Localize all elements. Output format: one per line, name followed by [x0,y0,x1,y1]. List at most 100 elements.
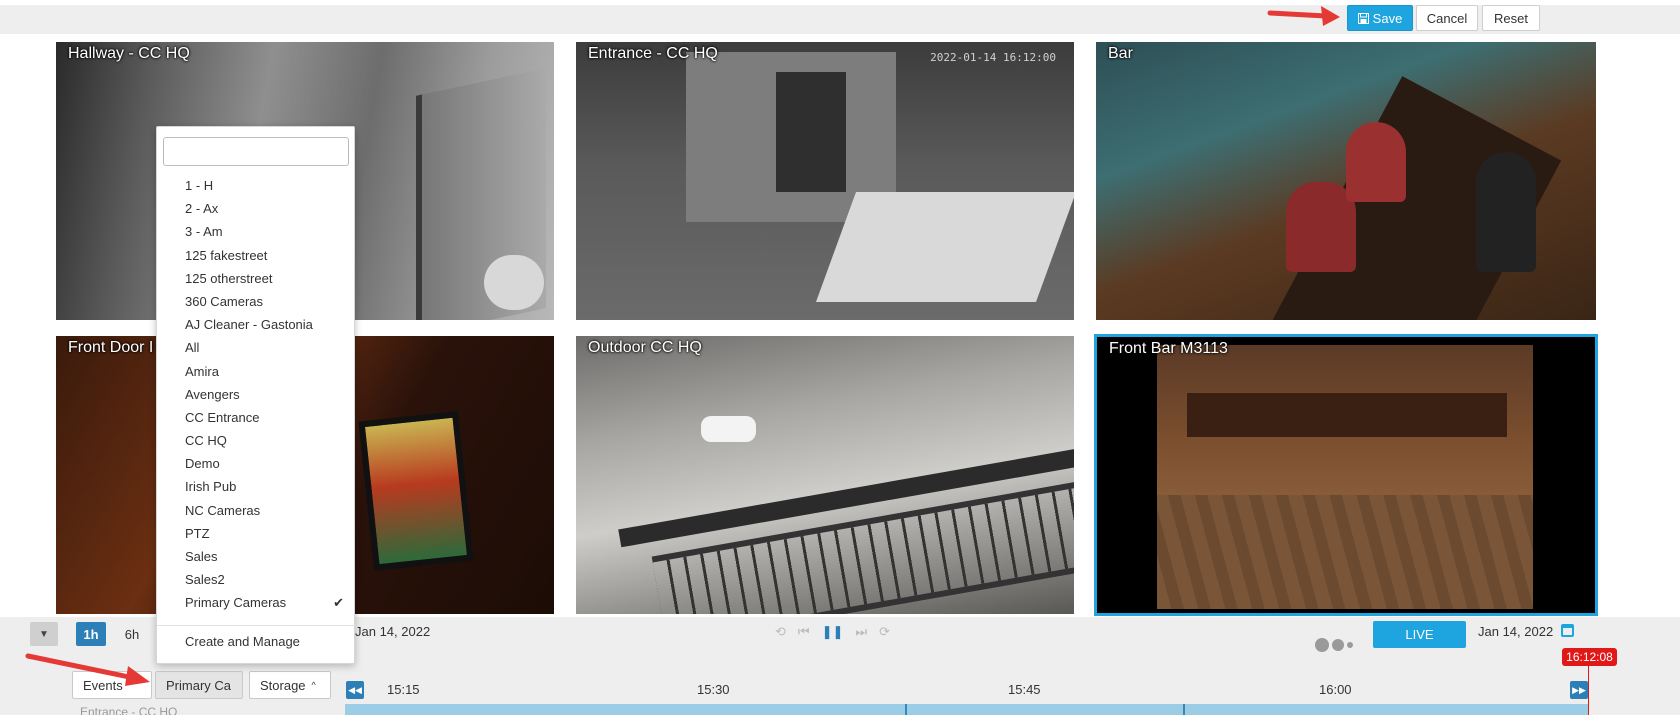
recording-marker [1183,704,1185,715]
timeline-row-label: Entrance - CC HQ [80,705,178,715]
group-option[interactable]: 1 - H [157,174,356,197]
save-label: Save [1372,10,1403,26]
small-dot-icon[interactable] [1347,642,1353,648]
camera-name: Front Door I [68,339,154,356]
camera-name: Outdoor CC HQ [588,339,702,356]
reset-button[interactable]: Reset [1482,5,1540,31]
group-option[interactable]: CC HQ [157,429,356,452]
cancel-button[interactable]: Cancel [1416,5,1478,31]
timeline-track[interactable] [345,704,1588,715]
group-option-label: Irish Pub [185,479,237,495]
range-6h-button[interactable]: 6h [118,622,146,646]
group-option-label: 3 - Am [185,224,223,240]
camera-name: Entrance - CC HQ [588,45,718,62]
group-option-label: CC HQ [185,433,227,449]
storage-label: Storage [260,677,306,693]
camera-feed [576,42,1074,320]
playback-controls: ⟲ ⏮ ❚❚ ⏭ ⟳ [775,624,890,640]
group-option[interactable]: 125 fakestreet [157,244,356,267]
group-option-label: CC Entrance [185,409,260,425]
group-list: 1 - H 2 - Ax 3 - Am 125 fakestreet 125 other… [157,174,356,615]
create-and-manage-link[interactable]: Create and Manage [185,634,300,649]
group-option-label: 360 Cameras [185,293,264,309]
group-option[interactable]: Avengers [157,383,356,406]
double-chevron-right-icon: ▶▶ [1572,684,1586,695]
camera-name: Front Bar M3113 [1109,340,1228,357]
group-option-label: PTZ [185,525,210,541]
group-option-label: Sales [185,549,218,564]
group-option-label: 125 otherstreet [185,270,273,286]
time-tick: 15:30 [697,682,730,697]
group-option[interactable]: Demo [157,452,356,475]
chevron-down-icon: ▼ [39,628,49,640]
skip-forward-icon[interactable]: ⏭ [855,624,867,640]
group-option-label: AJ Cleaner - Gastonia [185,317,313,333]
large-dot-icon[interactable] [1315,638,1329,652]
dropdown-divider [157,625,356,626]
skip-back-icon[interactable]: ⏮ [798,624,810,640]
double-chevron-left-icon: ◀◀ [348,684,362,695]
group-option[interactable]: 3 - Am [157,220,356,243]
camera-timestamp: 2022-01-14 16:12:00 [930,51,1056,64]
primary-cameras-tab[interactable]: Primary Ca [155,671,243,699]
group-option-label: All [185,340,200,356]
collapse-toggle[interactable]: ▼ [30,622,58,646]
camera-tile[interactable]: Bar [1094,40,1598,322]
group-option-label: 1 - H [185,178,214,193]
group-option[interactable]: Primary Cameras ✔ [157,591,356,614]
timeline-start-date: Jan 14, 2022 [355,624,431,639]
group-search-input[interactable] [163,137,349,166]
group-option-label: Sales2 [185,572,225,588]
group-option[interactable]: 360 Cameras [157,290,356,313]
chevron-up-icon: ^ [311,680,316,690]
time-tick: 15:45 [1008,682,1041,697]
current-time-marker [1588,666,1589,715]
camera-tile-selected[interactable]: Front Bar M3113 [1094,334,1598,616]
camera-feed [1097,337,1595,613]
camera-layout-editor: Save Cancel Reset Hallway - CC HQ Entran… [0,0,1680,715]
group-option-label: 125 fakestreet [185,247,268,263]
time-tick: 15:15 [387,682,420,697]
group-option-label: 2 - Ax [185,201,219,217]
group-option[interactable]: 125 otherstreet [157,267,356,290]
group-option-label: Demo [185,456,220,472]
group-option[interactable]: All [157,336,356,359]
camera-tile[interactable]: Outdoor CC HQ [574,334,1076,616]
group-option-label: Avengers [185,386,240,402]
range-1h-button[interactable]: 1h [76,622,106,646]
group-option[interactable]: NC Cameras [157,499,356,522]
pause-icon[interactable]: ❚❚ [822,624,844,640]
group-option[interactable]: 2 - Ax [157,197,356,220]
timeline-current-date: Jan 14, 2022 [1478,624,1554,639]
annotation-arrow [25,653,150,686]
checkmark-icon: ✔ [333,595,344,611]
live-button[interactable]: LIVE [1373,621,1466,648]
camera-feed [576,336,1074,614]
group-option[interactable]: Sales [157,545,356,568]
group-option-label: Primary Cameras [185,595,287,611]
save-button[interactable]: Save [1347,5,1413,31]
group-option[interactable]: PTZ [157,522,356,545]
camera-group-dropdown: 1 - H 2 - Ax 3 - Am 125 fakestreet 125 other… [156,126,356,664]
group-option[interactable]: Sales2 [157,568,356,591]
timeline-back-button[interactable]: ◀◀ [346,681,364,699]
camera-name: Hallway - CC HQ [68,45,190,62]
group-option-label: Amira [185,363,219,379]
group-option[interactable]: Amira [157,360,356,383]
current-time-badge: 16:12:08 [1562,648,1617,666]
group-option[interactable]: AJ Cleaner - Gastonia [157,313,356,336]
calendar-icon[interactable] [1561,624,1574,637]
medium-dot-icon[interactable] [1332,639,1344,651]
storage-tab[interactable]: Storage ^ [249,671,331,699]
camera-feed [1096,42,1596,320]
rewind-icon[interactable]: ⟲ [775,624,786,640]
floppy-disk-icon [1357,12,1369,24]
group-option-label: NC Cameras [185,502,261,518]
timeline-forward-button[interactable]: ▶▶ [1570,681,1588,699]
group-option[interactable]: Irish Pub [157,475,356,498]
view-size-selector[interactable] [1315,638,1353,652]
camera-tile[interactable]: Entrance - CC HQ 2022-01-14 16:12:00 [574,40,1076,322]
group-option[interactable]: CC Entrance [157,406,356,429]
recording-marker [905,704,907,715]
fast-forward-icon[interactable]: ⟳ [879,624,890,640]
